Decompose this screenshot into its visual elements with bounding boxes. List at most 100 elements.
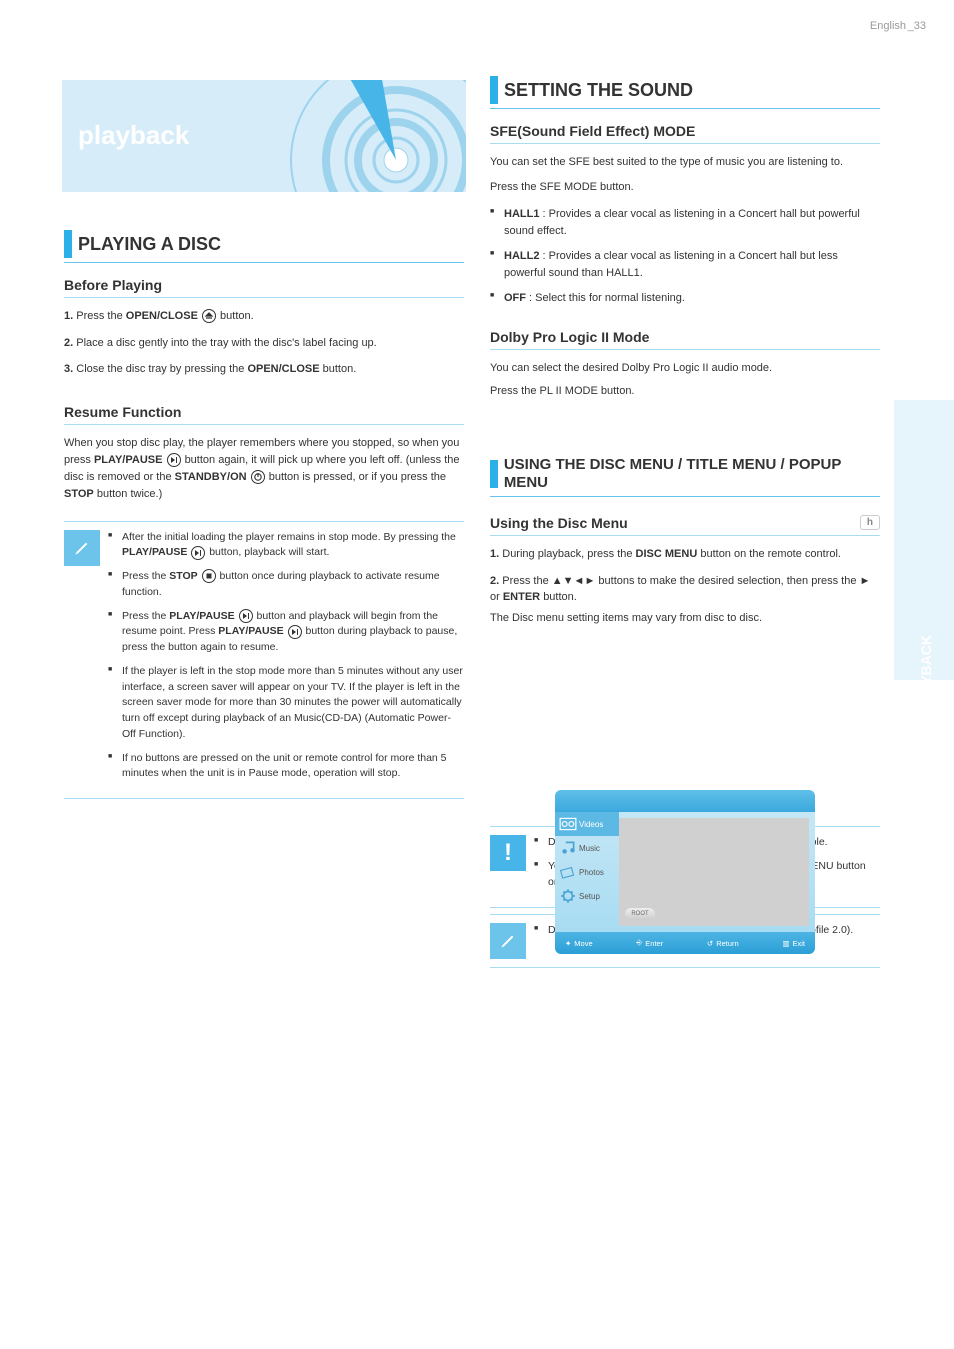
play-pause-icon — [167, 453, 181, 467]
step-text: Place a disc gently into the tray with t… — [76, 337, 377, 349]
subheading: Using the Disc Menu h — [490, 515, 880, 531]
section-title: PLAYING A DISC — [78, 234, 221, 255]
step-text: Press the — [76, 310, 126, 322]
alert-icon: ! — [490, 835, 526, 871]
section-heading: USING THE DISC MENU / TITLE MENU / POPUP… — [490, 456, 880, 492]
label: Videos — [579, 820, 603, 829]
hint-exit: ▥Exit — [782, 939, 805, 948]
ss-bottom-bar: ✦Move ⎆Enter ↺Return ▥Exit — [555, 932, 815, 954]
sub-rule — [64, 424, 464, 425]
ss-main-area: ROOT — [619, 818, 809, 926]
sidebar-item-videos[interactable]: Videos — [555, 812, 619, 836]
stop-icon — [202, 569, 216, 583]
play-pause-icon — [239, 609, 253, 623]
text: buttons to make the desired selection, t… — [598, 575, 859, 587]
sub-rule — [64, 297, 464, 298]
photo-icon — [559, 864, 577, 880]
btn-label: DISC MENU — [636, 548, 698, 560]
sub-rule — [490, 535, 880, 536]
text: or — [490, 591, 503, 603]
subheading: Dolby Pro Logic II Mode — [490, 329, 880, 345]
text: If the player is left in the stop mode m… — [122, 665, 463, 740]
paragraph: You can select the desired Dolby Pro Log… — [490, 360, 880, 377]
text: The Disc menu setting items may vary fro… — [490, 612, 762, 624]
list-item: HALL2 : Provides a clear vocal as listen… — [490, 248, 880, 282]
note-content: After the initial loading the player rem… — [108, 530, 464, 791]
sub-rule — [490, 349, 880, 350]
paragraph: When you stop disc play, the player reme… — [64, 435, 464, 503]
list-item: Press the STOP button once during playba… — [108, 569, 464, 601]
step: Press the SFE MODE button. — [490, 179, 880, 196]
list-item: If the player is left in the stop mode m… — [108, 664, 464, 743]
dpad-icon: ✦ — [565, 939, 571, 948]
return-icon: ↺ — [707, 939, 713, 948]
step-text: button. — [323, 363, 357, 375]
step-3: 3. Close the disc tray by pressing the O… — [64, 361, 464, 378]
hint-move: ✦Move — [565, 939, 593, 948]
text: button is pressed, or if you press the — [269, 471, 446, 483]
sidebar-item-photos[interactable]: Photos — [555, 860, 619, 884]
eject-icon — [202, 309, 216, 323]
list-item: Press the PLAY/PAUSE button and playback… — [108, 609, 464, 656]
paragraph: You can set the SFE best suited to the t… — [490, 154, 880, 171]
section-bar-icon — [64, 230, 72, 258]
label: Music — [579, 844, 600, 853]
gear-icon — [559, 888, 577, 904]
page-language: English — [870, 20, 906, 32]
text: : Provides a clear vocal as listening in… — [504, 208, 860, 237]
step-1: 1. Press the OPEN/CLOSE button. — [64, 308, 464, 325]
sidebar-item-music[interactable]: Music — [555, 836, 619, 860]
text: If no buttons are pressed on the unit or… — [122, 752, 447, 780]
section-bar-icon — [490, 76, 498, 104]
btn-label: OPEN/CLOSE — [126, 310, 198, 322]
option-label: HALL2 — [504, 250, 539, 262]
subheading: SFE(Sound Field Effect) MODE — [490, 123, 880, 139]
ss-titlebar — [555, 790, 815, 812]
step-1: 1. During playback, press the DISC MENU … — [490, 546, 880, 563]
text: button on the remote control. — [700, 548, 841, 560]
subheading: Resume Function — [64, 404, 464, 420]
note-icon — [490, 923, 526, 959]
power-icon — [251, 470, 265, 484]
banner-title: playback — [78, 120, 189, 151]
option-label: HALL1 — [504, 208, 539, 220]
exit-icon: ▥ — [782, 939, 789, 948]
subheading: Before Playing — [64, 277, 464, 293]
text: After the initial loading the player rem… — [122, 531, 456, 543]
step-text: Close the disc tray by pressing the — [76, 363, 247, 375]
hint-return: ↺Return — [707, 939, 739, 948]
page-number: _33 — [908, 20, 926, 32]
btn-label: PLAY/PAUSE — [169, 610, 234, 622]
sidebar-item-setup[interactable]: Setup — [555, 884, 619, 908]
list-item: If no buttons are pressed on the unit or… — [108, 751, 464, 783]
step: Press the PL II MODE button. — [490, 383, 880, 400]
enter-icon: ⎆ — [636, 938, 642, 948]
list-item: After the initial loading the player rem… — [108, 530, 464, 562]
step-text: button. — [220, 310, 254, 322]
section-heading: SETTING THE SOUND — [490, 76, 880, 104]
ui-screenshot: Videos Music Photos Setup ROOT ✦Move ⎆En… — [555, 790, 815, 954]
left-column: PLAYING A DISC Before Playing 1. Press t… — [64, 230, 464, 799]
side-tab-label: PLAYBACK — [918, 635, 934, 712]
text: button twice.) — [97, 488, 162, 500]
section-heading: PLAYING A DISC — [64, 230, 464, 258]
text: Press the — [122, 570, 169, 582]
text: Press the — [122, 610, 169, 622]
step-2: 2. Press the ▲▼◄► buttons to make the de… — [490, 573, 880, 627]
step-2: 2. Place a disc gently into the tray wit… — [64, 335, 464, 352]
section-rule — [64, 262, 464, 263]
sub-rule — [490, 143, 880, 144]
note-icon — [64, 530, 100, 566]
text: : Select this for normal listening. — [526, 292, 685, 304]
section-title: SETTING THE SOUND — [504, 80, 693, 101]
btn-label: ► — [860, 575, 871, 587]
text: : Provides a clear vocal as listening in… — [504, 250, 838, 279]
note-box: After the initial loading the player rem… — [64, 521, 464, 800]
play-pause-icon — [288, 625, 302, 639]
root-button[interactable]: ROOT — [625, 908, 655, 920]
btn-label: PLAY/PAUSE — [218, 625, 283, 637]
text: Using the Disc Menu — [490, 515, 628, 531]
text: Press the — [502, 575, 552, 587]
text: button. — [543, 591, 577, 603]
btn-label: PLAY/PAUSE — [122, 546, 187, 558]
